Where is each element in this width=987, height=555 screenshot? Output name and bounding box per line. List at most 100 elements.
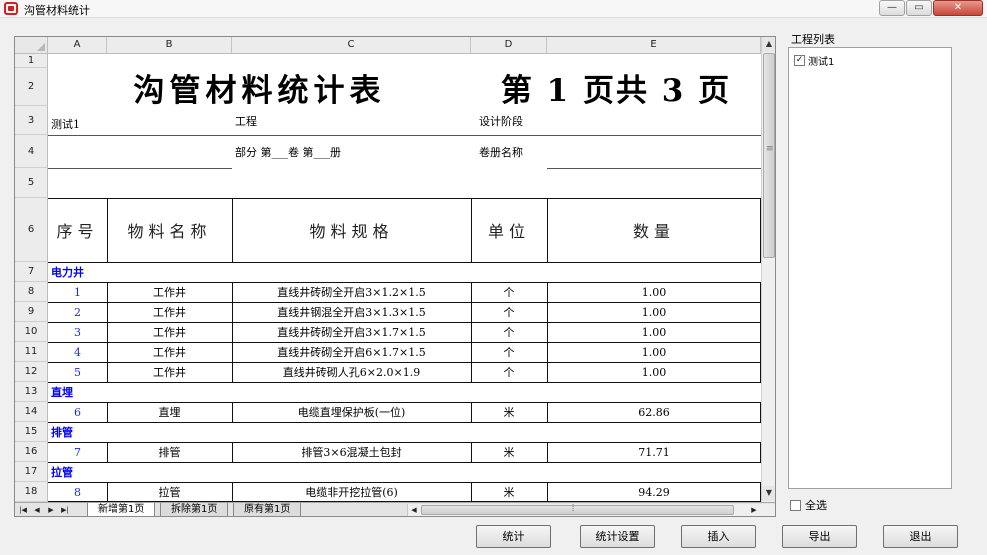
checkbox-icon[interactable]	[790, 499, 801, 511]
row-header-8[interactable]: 8	[15, 282, 48, 302]
scroll-left-icon[interactable]: ◀	[408, 504, 420, 516]
table-cell-seq[interactable]: 3	[48, 322, 107, 342]
minimize-button[interactable]: —	[879, 0, 905, 16]
table-cell-spec[interactable]: 直线井砖砌全开启6×1.7×1.5	[232, 342, 471, 362]
project-list[interactable]: ✓ 测试1	[788, 47, 952, 489]
stats-settings-button[interactable]: 统计设置	[580, 525, 655, 548]
table-cell-spec[interactable]: 电缆非开挖拉管(6)	[232, 482, 471, 502]
scroll-down-icon[interactable]: ▼	[762, 486, 775, 501]
first-sheet-icon[interactable]: |◀	[17, 504, 29, 516]
row-header-15[interactable]: 15	[15, 422, 48, 442]
table-cell-unit[interactable]: 个	[471, 362, 547, 382]
table-cell-spec[interactable]: 直线井钢混全开启3×1.3×1.5	[232, 302, 471, 322]
spreadsheet[interactable]: A B C D E 1 2 3 4 5 6 7 8 9 10 11 12 13 …	[14, 36, 776, 517]
table-cell-qty[interactable]: 71.71	[547, 442, 761, 462]
row-header-10[interactable]: 10	[15, 322, 48, 342]
row-header-4[interactable]: 4	[15, 135, 48, 168]
checkbox-checked-icon[interactable]: ✓	[794, 55, 805, 66]
scroll-up-icon[interactable]: ▲	[762, 37, 775, 52]
table-cell-unit[interactable]: 个	[471, 322, 547, 342]
border-line	[107, 198, 108, 262]
table-cell-unit[interactable]: 米	[471, 482, 547, 502]
table-cell-spec[interactable]: 直线井砖砌全开启3×1.7×1.5	[232, 322, 471, 342]
project-list-item[interactable]: ✓ 测试1	[794, 53, 834, 68]
horizontal-scroll-thumb[interactable]	[421, 503, 734, 515]
table-cell-name[interactable]: 工作井	[107, 362, 232, 382]
cell-grid[interactable]: 沟管材料统计表 第 1 页共 3 页 测试1 工程 设计阶段 部分 第___卷 …	[48, 54, 761, 502]
project-name[interactable]: 测试1	[48, 106, 232, 135]
prev-sheet-icon[interactable]: ◀	[31, 504, 43, 516]
table-cell-seq[interactable]: 4	[48, 342, 107, 362]
row-header-11[interactable]: 11	[15, 342, 48, 362]
column-header-d[interactable]: D	[471, 37, 547, 54]
table-cell-name[interactable]: 工作井	[107, 302, 232, 322]
next-sheet-icon[interactable]: ▶	[45, 504, 57, 516]
row-header-9[interactable]: 9	[15, 302, 48, 322]
row-header-2[interactable]: 2	[15, 68, 48, 106]
row-header-5[interactable]: 5	[15, 168, 48, 198]
row-header-7[interactable]: 7	[15, 262, 48, 282]
last-sheet-icon[interactable]: ▶|	[59, 504, 71, 516]
table-cell-spec[interactable]: 直线井砖砌全开启3×1.2×1.5	[232, 282, 471, 302]
insert-button[interactable]: 插入	[681, 525, 756, 548]
table-cell-qty[interactable]: 1.00	[547, 302, 761, 322]
select-all-checkbox[interactable]: 全选	[790, 497, 827, 513]
table-cell-qty[interactable]: 1.00	[547, 342, 761, 362]
table-cell-unit[interactable]: 米	[471, 442, 547, 462]
maximize-button[interactable]: ▭	[906, 0, 932, 16]
table-cell-qty[interactable]: 1.00	[547, 362, 761, 382]
design-stage-value[interactable]	[547, 106, 761, 135]
stats-button[interactable]: 统计	[476, 525, 551, 548]
table-cell-unit[interactable]: 个	[471, 302, 547, 322]
table-cell-seq[interactable]: 5	[48, 362, 107, 382]
tab-new-page-1[interactable]: 新增第1页	[87, 503, 156, 516]
horizontal-scrollbar[interactable]: ◀ ▶	[407, 503, 775, 516]
tab-existing-page-1[interactable]: 原有第1页	[233, 503, 302, 516]
table-cell-qty[interactable]: 94.29	[547, 482, 761, 502]
volume-name-value[interactable]	[547, 135, 761, 168]
table-cell-seq[interactable]: 1	[48, 282, 107, 302]
table-cell-seq[interactable]: 7	[48, 442, 107, 462]
table-cell-spec[interactable]: 电缆直埋保护板(一位)	[232, 402, 471, 422]
tab-remove-page-1[interactable]: 拆除第1页	[160, 503, 229, 516]
row-header-12[interactable]: 12	[15, 362, 48, 382]
column-header-e[interactable]: E	[547, 37, 761, 54]
table-cell-seq[interactable]: 8	[48, 482, 107, 502]
row-header-1[interactable]: 1	[15, 54, 48, 68]
row4-a-cell[interactable]	[48, 135, 232, 168]
row-header-16[interactable]: 16	[15, 442, 48, 462]
table-cell-seq[interactable]: 6	[48, 402, 107, 422]
table-cell-name[interactable]: 直埋	[107, 402, 232, 422]
table-cell-name[interactable]: 工作井	[107, 282, 232, 302]
border-line	[107, 282, 108, 382]
table-cell-qty[interactable]: 1.00	[547, 322, 761, 342]
table-cell-qty[interactable]: 62.86	[547, 402, 761, 422]
table-cell-name[interactable]: 排管	[107, 442, 232, 462]
table-cell-spec[interactable]: 排管3×6混凝土包封	[232, 442, 471, 462]
table-cell-qty[interactable]: 1.00	[547, 282, 761, 302]
table-cell-name[interactable]: 工作井	[107, 342, 232, 362]
column-header-b[interactable]: B	[107, 37, 232, 54]
table-cell-spec[interactable]: 直线井砖砌人孔6×2.0×1.9	[232, 362, 471, 382]
table-cell-seq[interactable]: 2	[48, 302, 107, 322]
scroll-right-icon[interactable]: ▶	[748, 504, 760, 516]
select-all-corner[interactable]	[15, 37, 48, 54]
table-cell-unit[interactable]: 个	[471, 282, 547, 302]
close-button[interactable]: ✕	[933, 0, 983, 16]
table-cell-name[interactable]: 工作井	[107, 322, 232, 342]
row-header-18[interactable]: 18	[15, 482, 48, 502]
row-header-13[interactable]: 13	[15, 382, 48, 402]
export-button[interactable]: 导出	[782, 525, 857, 548]
column-header-a[interactable]: A	[48, 37, 107, 54]
table-cell-unit[interactable]: 米	[471, 402, 547, 422]
exit-button[interactable]: 退出	[883, 525, 958, 548]
row-header-14[interactable]: 14	[15, 402, 48, 422]
row-header-17[interactable]: 17	[15, 462, 48, 482]
table-cell-name[interactable]: 拉管	[107, 482, 232, 502]
column-header-c[interactable]: C	[232, 37, 471, 54]
table-cell-unit[interactable]: 个	[471, 342, 547, 362]
vertical-scrollbar[interactable]: ▲ ▼	[761, 37, 775, 502]
row-header-6[interactable]: 6	[15, 198, 48, 262]
vertical-scroll-thumb[interactable]	[763, 53, 775, 258]
row-header-3[interactable]: 3	[15, 106, 48, 135]
